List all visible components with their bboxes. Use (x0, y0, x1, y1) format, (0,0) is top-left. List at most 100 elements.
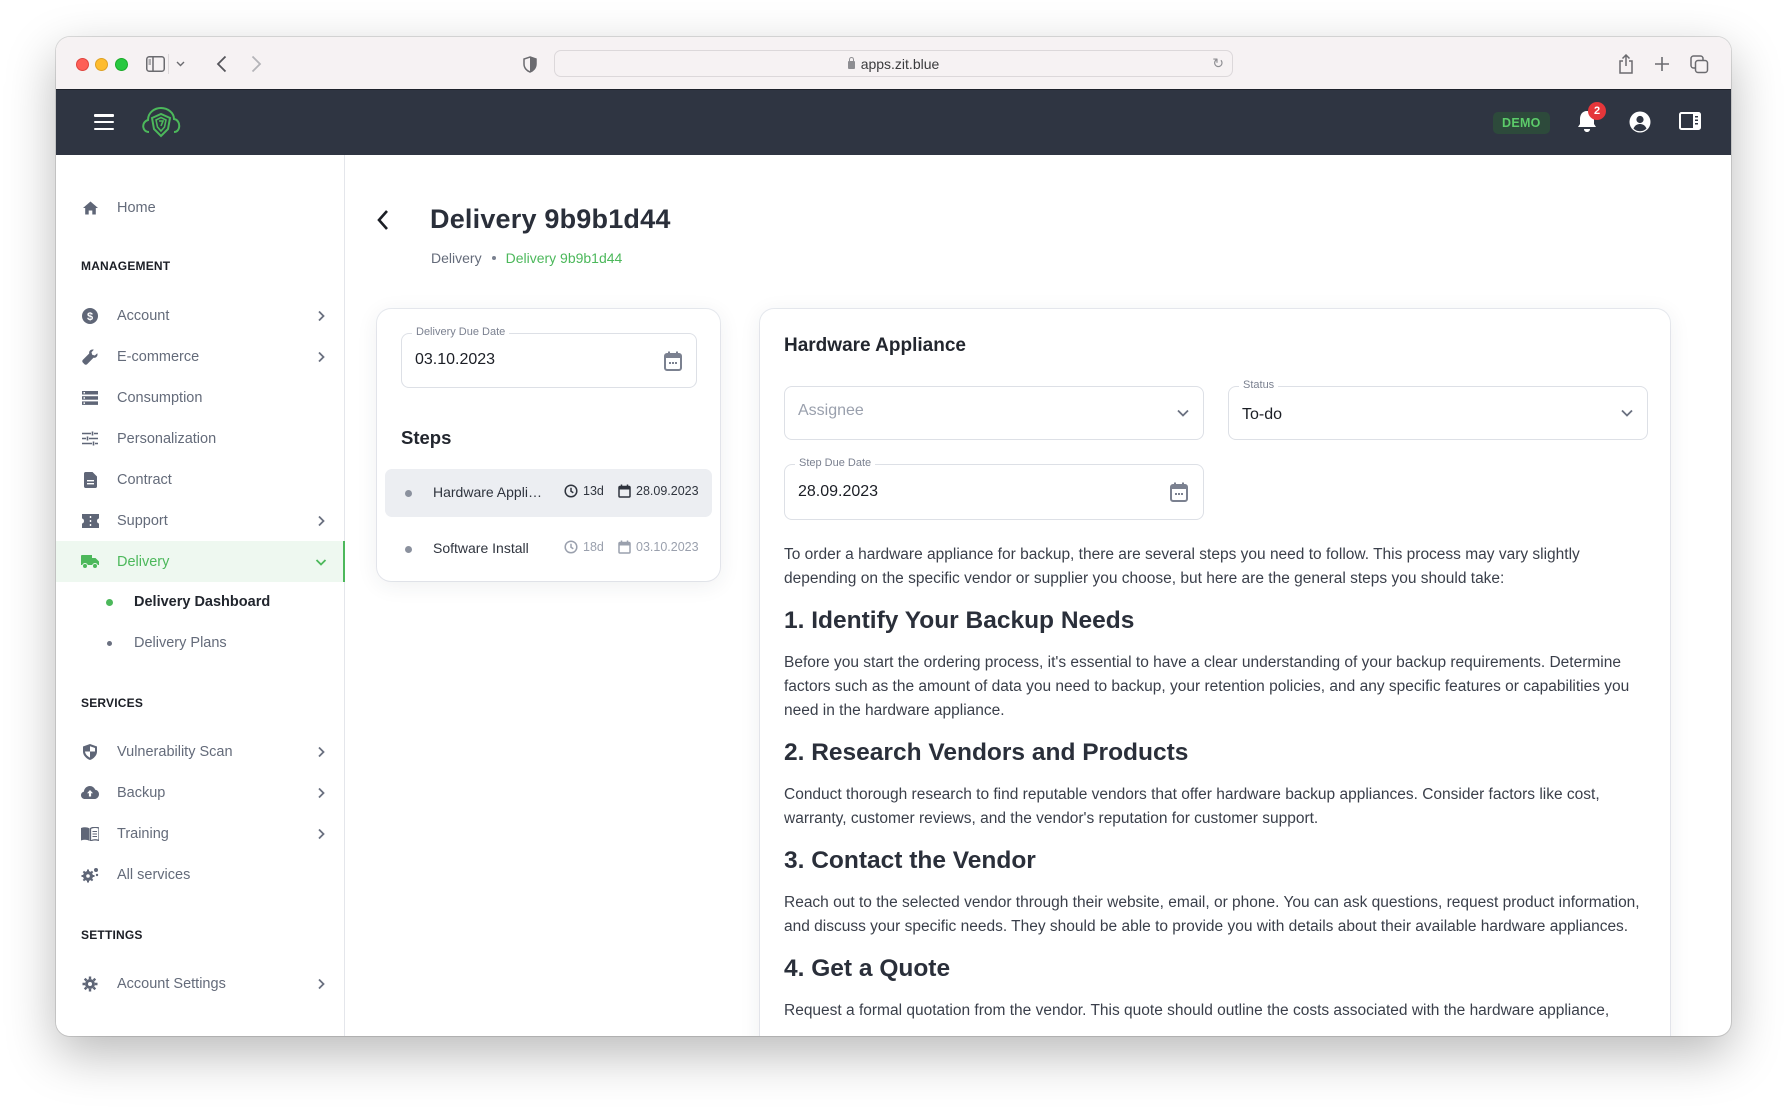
tab-overview-icon[interactable] (1689, 51, 1709, 77)
sidebar-toggle-icon[interactable] (144, 51, 166, 77)
shield-icon[interactable] (522, 51, 538, 77)
forward-arrow-icon[interactable] (248, 51, 264, 77)
user-account-icon[interactable] (1629, 111, 1651, 133)
side-panel-icon[interactable] (1679, 112, 1701, 130)
close-window-button[interactable] (76, 58, 89, 71)
sidebar-item-label: Contract (117, 471, 172, 488)
sidebar-item-label: E-commerce (117, 348, 200, 365)
sidebar-item-consumption[interactable]: Consumption (56, 377, 345, 418)
app-header: DEMO 2 (56, 90, 1731, 155)
calendar-icon[interactable] (1169, 481, 1189, 503)
step-status-dot (405, 546, 412, 553)
section-heading: 1. Identify Your Backup Needs (784, 607, 1135, 634)
sidebar-item-label: Delivery (117, 553, 170, 570)
sidebar-subitem-delivery-plans[interactable]: Delivery Plans (56, 624, 345, 662)
sidebar-subitem-label: Delivery Dashboard (134, 594, 271, 610)
step-due-date: 28.09.2023 (618, 484, 699, 498)
chevron-down-icon[interactable] (174, 51, 186, 77)
sidebar-item-training[interactable]: Training (56, 813, 345, 854)
toolbar-divider (168, 54, 169, 74)
sidebar-subitem-label: Delivery Plans (134, 635, 227, 651)
chevron-down-icon (315, 558, 327, 566)
truck-icon (81, 553, 99, 571)
step-name: Hardware Appliance (433, 484, 545, 500)
steps-title: Steps (401, 427, 452, 448)
sidebar-item-contract[interactable]: Contract (56, 459, 345, 500)
section-paragraph: Request a formal quotation from the vend… (784, 1002, 1610, 1019)
step-due-date-field[interactable]: Step Due Date 28.09.2023 (784, 457, 1204, 520)
chevron-down-icon (1177, 409, 1189, 417)
svg-text:$: $ (87, 311, 93, 323)
sidebar-nav: Home MANAGEMENT $ Account E-commerce Con… (56, 155, 345, 1036)
logo-icon[interactable] (139, 102, 183, 142)
step-duration-value: 18d (583, 540, 604, 554)
assignee-select[interactable]: Assignee (784, 386, 1204, 440)
lock-icon (847, 56, 855, 69)
section-paragraph: Conduct thorough research to find reputa… (784, 786, 1600, 827)
back-button[interactable] (376, 209, 398, 233)
step-duration: 18d (564, 540, 604, 554)
step-name: Software Install (433, 540, 529, 556)
status-select[interactable]: Status To-do (1228, 379, 1648, 440)
step-status-dot (405, 490, 412, 497)
breadcrumb-link-delivery[interactable]: Delivery (431, 250, 482, 266)
section-title-management: MANAGEMENT (81, 259, 171, 273)
sidebar-item-support[interactable]: Support (56, 500, 345, 541)
calendar-icon (618, 540, 631, 554)
sidebar-item-account[interactable]: $ Account (56, 295, 345, 336)
minimize-window-button[interactable] (95, 58, 108, 71)
back-arrow-icon[interactable] (213, 51, 229, 77)
sidebar-item-vulnerability-scan[interactable]: Vulnerability Scan (56, 731, 345, 772)
step-due-date-label: Step Due Date (795, 457, 876, 469)
bullet-icon (106, 598, 113, 606)
sidebar-item-home[interactable]: Home (56, 187, 345, 228)
section-heading: 4. Get a Quote (784, 955, 951, 982)
gear-icon (81, 975, 99, 993)
url-text: apps.zit.blue (860, 55, 940, 72)
document-icon (81, 471, 99, 489)
delivery-due-date-field[interactable]: Delivery Due Date 03.10.2023 (401, 326, 697, 388)
sidebar-item-e-commerce[interactable]: E-commerce (56, 336, 345, 377)
sidebar-subitem-delivery-dashboard[interactable]: Delivery Dashboard (56, 583, 345, 621)
address-bar[interactable]: apps.zit.blue ↻ (554, 50, 1233, 77)
sidebar-item-all-services[interactable]: All services (56, 854, 345, 895)
status-value: To-do (1242, 406, 1283, 423)
step-due-date-value: 28.09.2023 (636, 484, 699, 498)
section-heading: 2. Research Vendors and Products (784, 739, 1189, 766)
reload-icon[interactable]: ↻ (1212, 55, 1224, 72)
wrench-icon (81, 348, 99, 366)
step-duration: 13d (564, 484, 604, 498)
share-icon[interactable] (1617, 51, 1635, 77)
delivery-due-date-value: 03.10.2023 (415, 351, 496, 368)
sidebar-item-backup[interactable]: Backup (56, 772, 345, 813)
intro-paragraph: To order a hardware appliance for backup… (784, 546, 1580, 587)
calendar-icon[interactable] (663, 350, 683, 372)
menu-icon[interactable] (94, 114, 114, 130)
page-title: Delivery 9b9b1d44 (430, 204, 671, 234)
zoom-window-button[interactable] (115, 58, 128, 71)
sidebar-item-label: Personalization (117, 430, 217, 447)
notifications-button[interactable]: 2 (1576, 102, 1606, 135)
section-title-services: SERVICES (81, 696, 144, 710)
chevron-right-icon (318, 787, 325, 798)
sidebar-item-personalization[interactable]: Personalization (56, 418, 345, 459)
step-detail-card: Hardware Appliance Assignee Status To-do… (760, 309, 1670, 1036)
step-duration-value: 13d (583, 484, 604, 498)
chevron-right-icon (318, 978, 325, 989)
browser-toolbar: apps.zit.blue ↻ (56, 37, 1731, 90)
assignee-placeholder: Assignee (798, 402, 864, 419)
step-row[interactable]: Hardware Appliance 13d 28.09.2023 (385, 469, 712, 517)
new-tab-icon[interactable] (1653, 51, 1671, 77)
sidebar-item-label: Account Settings (117, 975, 226, 992)
step-row[interactable]: Software Install 18d 03.10.2023 (385, 525, 712, 573)
demo-badge: DEMO (1493, 112, 1550, 134)
shield-half-icon (81, 743, 99, 761)
sidebar-item-delivery[interactable]: Delivery (56, 541, 345, 582)
breadcrumb-current: Delivery 9b9b1d44 (505, 250, 623, 266)
sidebar-item-label: Account (117, 307, 170, 324)
step-due-date-value: 28.09.2023 (798, 483, 879, 500)
sidebar-item-account-settings[interactable]: Account Settings (56, 963, 345, 1004)
dollar-circle-icon: $ (81, 307, 99, 325)
delivery-steps-card: Delivery Due Date 03.10.2023 Steps Hardw… (377, 309, 720, 581)
sidebar-item-label: Vulnerability Scan (117, 743, 233, 760)
